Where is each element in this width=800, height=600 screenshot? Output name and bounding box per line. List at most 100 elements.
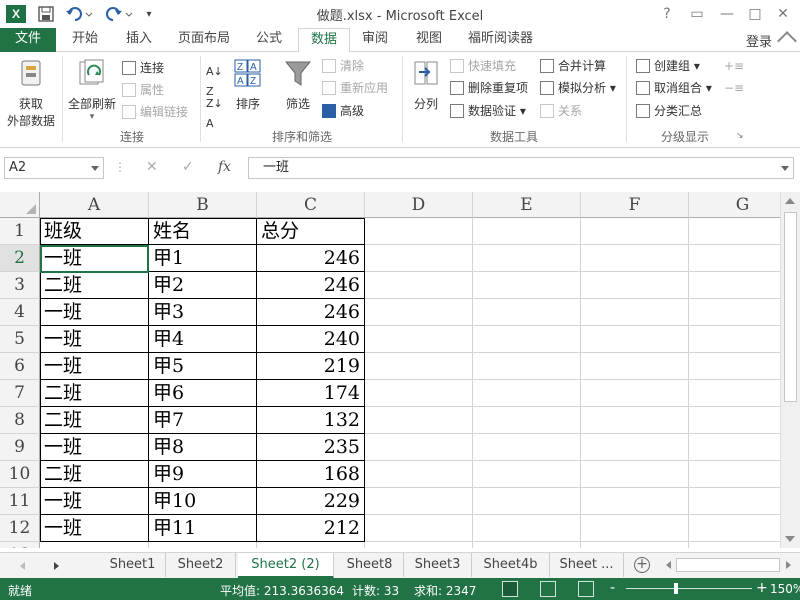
table-cell[interactable] xyxy=(689,272,780,299)
table-cell[interactable]: 一班 xyxy=(40,434,149,461)
table-cell[interactable]: 甲6 xyxy=(149,380,257,407)
table-cell[interactable] xyxy=(473,488,581,515)
table-cell[interactable] xyxy=(365,542,473,548)
scroll-up-icon[interactable] xyxy=(785,198,795,204)
get-external-data-button[interactable]: 获取 外部数据 xyxy=(2,58,60,129)
row-header[interactable]: 13 xyxy=(0,542,40,548)
table-cell[interactable]: 219 xyxy=(257,353,365,380)
reapply-button[interactable]: 重新应用 xyxy=(322,78,388,98)
table-cell[interactable]: 甲11 xyxy=(149,515,257,542)
table-cell[interactable] xyxy=(365,434,473,461)
row-header[interactable]: 2 xyxy=(0,245,40,272)
table-cell[interactable] xyxy=(473,461,581,488)
table-cell[interactable] xyxy=(689,515,780,542)
vertical-scroll-thumb[interactable] xyxy=(784,212,797,402)
sheet-tab-sheet4b[interactable]: Sheet4b xyxy=(472,553,550,577)
table-cell[interactable]: 一班 xyxy=(40,326,149,353)
maximize-button[interactable]: □ xyxy=(744,4,766,24)
help-button[interactable]: ? xyxy=(656,4,678,24)
row-header[interactable]: 7 xyxy=(0,380,40,407)
tab-insert[interactable]: 插入 xyxy=(114,28,164,52)
tab-file[interactable]: 文件 xyxy=(0,28,56,52)
vertical-scrollbar[interactable] xyxy=(780,192,800,548)
table-cell[interactable]: 班级 xyxy=(40,218,149,245)
table-cell[interactable] xyxy=(365,461,473,488)
refresh-all-button[interactable]: 全部刷新 ▾ xyxy=(64,58,120,122)
data-validation-button[interactable]: 数据验证 ▾ xyxy=(450,101,526,121)
row-header[interactable]: 10 xyxy=(0,461,40,488)
next-sheet-icon[interactable] xyxy=(54,562,59,570)
cancel-entry-button[interactable]: ✕ xyxy=(146,159,158,175)
row-header[interactable]: 1 xyxy=(0,218,40,245)
table-cell[interactable]: 二班 xyxy=(40,407,149,434)
filter-button[interactable]: 筛选 xyxy=(278,58,318,112)
table-cell[interactable] xyxy=(365,488,473,515)
sheet-tab-sheet2-copy[interactable]: Sheet2 (2) xyxy=(238,553,334,579)
row-header[interactable]: 11 xyxy=(0,488,40,515)
row-header[interactable]: 8 xyxy=(0,407,40,434)
what-if-analysis-button[interactable]: 模拟分析 ▾ xyxy=(540,78,616,98)
table-cell[interactable] xyxy=(365,326,473,353)
table-cell[interactable] xyxy=(365,299,473,326)
table-cell[interactable]: 二班 xyxy=(40,380,149,407)
prev-sheet-icon[interactable] xyxy=(20,562,25,570)
table-cell[interactable] xyxy=(473,299,581,326)
page-break-view-icon[interactable] xyxy=(578,581,594,597)
table-cell[interactable] xyxy=(581,218,689,245)
table-cell[interactable] xyxy=(689,461,780,488)
sort-az-icon[interactable]: A↓ Z xyxy=(206,62,223,98)
sheet-tab-more[interactable]: Sheet ... xyxy=(550,553,624,577)
subtotal-button[interactable]: 分类汇总 xyxy=(636,101,702,121)
table-cell[interactable] xyxy=(689,299,780,326)
tab-page-layout[interactable]: 页面布局 xyxy=(166,28,242,52)
sort-button[interactable]: ZAAZ 排序 xyxy=(228,58,268,112)
tab-review[interactable]: 审阅 xyxy=(350,28,400,52)
table-cell[interactable]: 甲1 xyxy=(149,245,257,272)
page-layout-view-icon[interactable] xyxy=(540,581,556,597)
table-cell[interactable] xyxy=(689,218,780,245)
tab-view[interactable]: 视图 xyxy=(404,28,454,52)
table-cell[interactable] xyxy=(365,515,473,542)
zoom-out-button[interactable]: - xyxy=(610,580,615,596)
table-cell[interactable]: 甲8 xyxy=(149,434,257,461)
zoom-slider[interactable] xyxy=(626,588,752,589)
table-cell[interactable] xyxy=(473,245,581,272)
row-header[interactable]: 12 xyxy=(0,515,40,542)
table-cell[interactable] xyxy=(581,542,689,548)
table-cell[interactable]: 132 xyxy=(257,407,365,434)
table-cell[interactable] xyxy=(581,461,689,488)
table-cell[interactable] xyxy=(365,407,473,434)
table-cell[interactable] xyxy=(257,542,365,548)
table-cell[interactable]: 一班 xyxy=(40,299,149,326)
table-cell[interactable]: 246 xyxy=(257,272,365,299)
scroll-left-icon[interactable] xyxy=(666,561,671,569)
table-cell[interactable] xyxy=(581,515,689,542)
table-cell[interactable] xyxy=(365,353,473,380)
table-cell[interactable] xyxy=(689,245,780,272)
row-header[interactable]: 6 xyxy=(0,353,40,380)
table-cell[interactable]: 二班 xyxy=(40,461,149,488)
column-header[interactable]: C xyxy=(257,192,365,218)
flash-fill-button[interactable]: 快速填充 xyxy=(450,56,516,76)
column-header[interactable]: F xyxy=(581,192,689,218)
close-button[interactable]: ✕ xyxy=(772,4,794,24)
table-cell[interactable] xyxy=(689,407,780,434)
table-cell[interactable]: 甲7 xyxy=(149,407,257,434)
edit-links-button[interactable]: 编辑链接 xyxy=(122,102,188,122)
column-header[interactable]: D xyxy=(365,192,473,218)
table-cell[interactable] xyxy=(581,326,689,353)
table-cell[interactable]: 168 xyxy=(257,461,365,488)
advanced-filter-button[interactable]: 高级 xyxy=(322,101,364,121)
table-cell[interactable] xyxy=(473,353,581,380)
column-header[interactable]: B xyxy=(149,192,257,218)
row-header[interactable]: 4 xyxy=(0,299,40,326)
table-cell[interactable] xyxy=(473,380,581,407)
table-cell[interactable] xyxy=(581,488,689,515)
clear-button[interactable]: 清除 xyxy=(322,56,364,76)
ungroup-button[interactable]: 取消组合 ▾ xyxy=(636,78,712,98)
properties-button[interactable]: 属性 xyxy=(122,80,164,100)
row-header[interactable]: 5 xyxy=(0,326,40,353)
table-cell[interactable] xyxy=(689,380,780,407)
row-header[interactable]: 9 xyxy=(0,434,40,461)
table-cell[interactable]: 一班 xyxy=(40,245,149,272)
